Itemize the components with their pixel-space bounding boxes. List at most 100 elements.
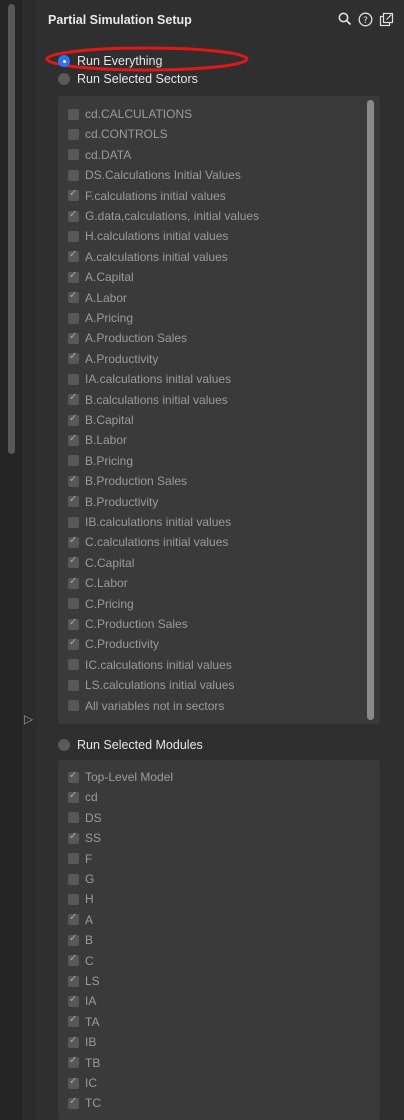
checkbox-item[interactable]: A.Labor <box>68 289 127 307</box>
checkbox-item[interactable]: LS.calculations initial values <box>68 676 234 694</box>
checkbox-item[interactable]: A.Pricing <box>68 309 133 327</box>
checkbox-item[interactable]: TA <box>68 1013 99 1031</box>
checkbox-item[interactable]: B <box>68 931 93 949</box>
checkbox-item[interactable]: A.calculations initial values <box>68 248 228 266</box>
checkbox[interactable] <box>68 790 79 803</box>
checkbox[interactable] <box>68 209 79 222</box>
checkbox-item[interactable]: TB <box>68 1054 100 1072</box>
checkbox-item[interactable]: IA.calculations initial values <box>68 370 231 388</box>
checkbox-item[interactable]: F <box>68 850 92 868</box>
checkbox[interactable] <box>68 576 79 589</box>
checkbox-item[interactable]: A.Productivity <box>68 350 158 368</box>
checkbox[interactable] <box>68 290 79 304</box>
checkbox[interactable] <box>68 873 79 885</box>
checkbox-item[interactable]: IC.calculations initial values <box>68 656 232 674</box>
checkbox[interactable] <box>68 953 79 967</box>
checkbox[interactable] <box>68 351 79 365</box>
checkbox-item[interactable]: LS <box>68 972 100 990</box>
scrollbar[interactable] <box>367 100 374 720</box>
checkbox[interactable] <box>68 637 79 650</box>
checkbox-item[interactable]: cd.CONTROLS <box>68 125 168 143</box>
checkbox-item[interactable]: F.calculations initial values <box>68 187 226 205</box>
checkbox-item[interactable]: B.Labor <box>68 431 127 449</box>
checkbox[interactable] <box>68 249 79 263</box>
checkbox-item[interactable]: C.Labor <box>68 574 128 592</box>
checkbox-item[interactable]: G.data,calculations, initial values <box>68 207 259 225</box>
checkbox[interactable] <box>68 535 79 548</box>
checkbox-item[interactable]: cd.CALCULATIONS <box>68 105 192 123</box>
checkbox[interactable] <box>68 700 79 712</box>
checkbox[interactable] <box>68 312 79 324</box>
checkbox[interactable] <box>68 853 79 865</box>
checkbox-item[interactable]: B.Pricing <box>68 452 133 470</box>
checkbox-item[interactable]: DS.Calculations Initial Values <box>68 166 241 184</box>
checkbox[interactable] <box>68 108 79 120</box>
checkbox-item[interactable]: B.calculations initial values <box>68 391 228 409</box>
checkbox-item[interactable]: B.Productivity <box>68 493 158 511</box>
checkbox[interactable] <box>68 128 79 140</box>
checkbox-item[interactable]: B.Production Sales <box>68 472 187 490</box>
checkbox-item[interactable]: G <box>68 870 94 888</box>
checkbox-item[interactable]: All variables not in sectors <box>68 697 224 715</box>
checkbox[interactable] <box>68 1035 79 1048</box>
checkbox[interactable] <box>68 555 79 569</box>
checkbox-item[interactable]: C <box>68 952 94 970</box>
checkbox-item[interactable]: A.Capital <box>68 268 134 286</box>
checkbox[interactable] <box>68 1055 79 1069</box>
checkbox[interactable] <box>68 1014 79 1028</box>
radio-run-selected-sectors[interactable]: Run Selected Sectors <box>58 70 198 88</box>
checkbox-item[interactable]: B.Capital <box>68 411 134 429</box>
checkbox[interactable] <box>68 331 79 344</box>
checkbox-item[interactable]: TC <box>68 1094 101 1112</box>
checkbox-item[interactable]: IB.calculations initial values <box>68 513 231 531</box>
popout-icon[interactable] <box>377 10 395 28</box>
sectors-list[interactable]: cd.CALCULATIONS cd.CONTROLS cd.DATA DS.Calc… <box>58 96 380 724</box>
checkbox-item[interactable]: H <box>68 890 94 908</box>
checkbox[interactable] <box>68 270 79 283</box>
radio-button[interactable] <box>58 55 70 67</box>
checkbox[interactable] <box>68 1076 79 1089</box>
scrollbar[interactable] <box>8 4 15 454</box>
checkbox-item[interactable]: IB <box>68 1033 96 1051</box>
checkbox[interactable] <box>68 679 79 691</box>
checkbox-item[interactable]: SS <box>68 829 101 847</box>
checkbox[interactable] <box>68 1096 79 1109</box>
checkbox[interactable] <box>68 433 79 446</box>
checkbox[interactable] <box>68 474 79 487</box>
checkbox-item[interactable]: C.calculations initial values <box>68 533 228 551</box>
checkbox-item[interactable]: C.Productivity <box>68 635 159 653</box>
checkbox-item[interactable]: Top-Level Model <box>68 768 173 786</box>
checkbox-item[interactable]: A <box>68 911 93 929</box>
checkbox[interactable] <box>68 494 79 508</box>
checkbox-item[interactable]: A.Production Sales <box>68 329 187 347</box>
radio-run-everything[interactable]: Run Everything <box>58 52 162 70</box>
checkbox[interactable] <box>68 149 79 161</box>
checkbox[interactable] <box>68 169 79 181</box>
checkbox[interactable] <box>68 893 79 905</box>
expand-arrow-icon[interactable]: ▷ <box>24 712 36 726</box>
radio-button[interactable] <box>58 739 70 751</box>
checkbox-item[interactable]: C.Production Sales <box>68 615 188 633</box>
checkbox-item[interactable]: cd <box>68 788 98 806</box>
checkbox[interactable] <box>68 392 79 406</box>
search-icon[interactable] <box>336 10 354 28</box>
radio-run-selected-modules[interactable]: Run Selected Modules <box>58 736 203 754</box>
help-icon[interactable]: ? <box>356 10 374 28</box>
checkbox-item[interactable]: cd.DATA <box>68 146 131 164</box>
checkbox[interactable] <box>68 770 79 783</box>
checkbox[interactable] <box>68 516 79 528</box>
modules-list[interactable]: Top-Level Model cd DS SS FGHABC LS IA TA IB TB IC T… <box>58 760 380 1120</box>
checkbox[interactable] <box>68 912 79 926</box>
checkbox-item[interactable]: DS <box>68 809 102 827</box>
radio-button[interactable] <box>58 73 70 85</box>
checkbox[interactable] <box>68 812 79 824</box>
checkbox[interactable] <box>68 413 79 426</box>
checkbox-item[interactable]: H.calculations initial values <box>68 227 228 245</box>
checkbox[interactable] <box>68 617 79 630</box>
checkbox[interactable] <box>68 230 79 242</box>
checkbox[interactable] <box>68 373 79 385</box>
checkbox[interactable] <box>68 933 79 946</box>
checkbox-item[interactable]: IC <box>68 1074 97 1092</box>
checkbox[interactable] <box>68 659 79 671</box>
checkbox-item[interactable]: C.Pricing <box>68 595 134 613</box>
